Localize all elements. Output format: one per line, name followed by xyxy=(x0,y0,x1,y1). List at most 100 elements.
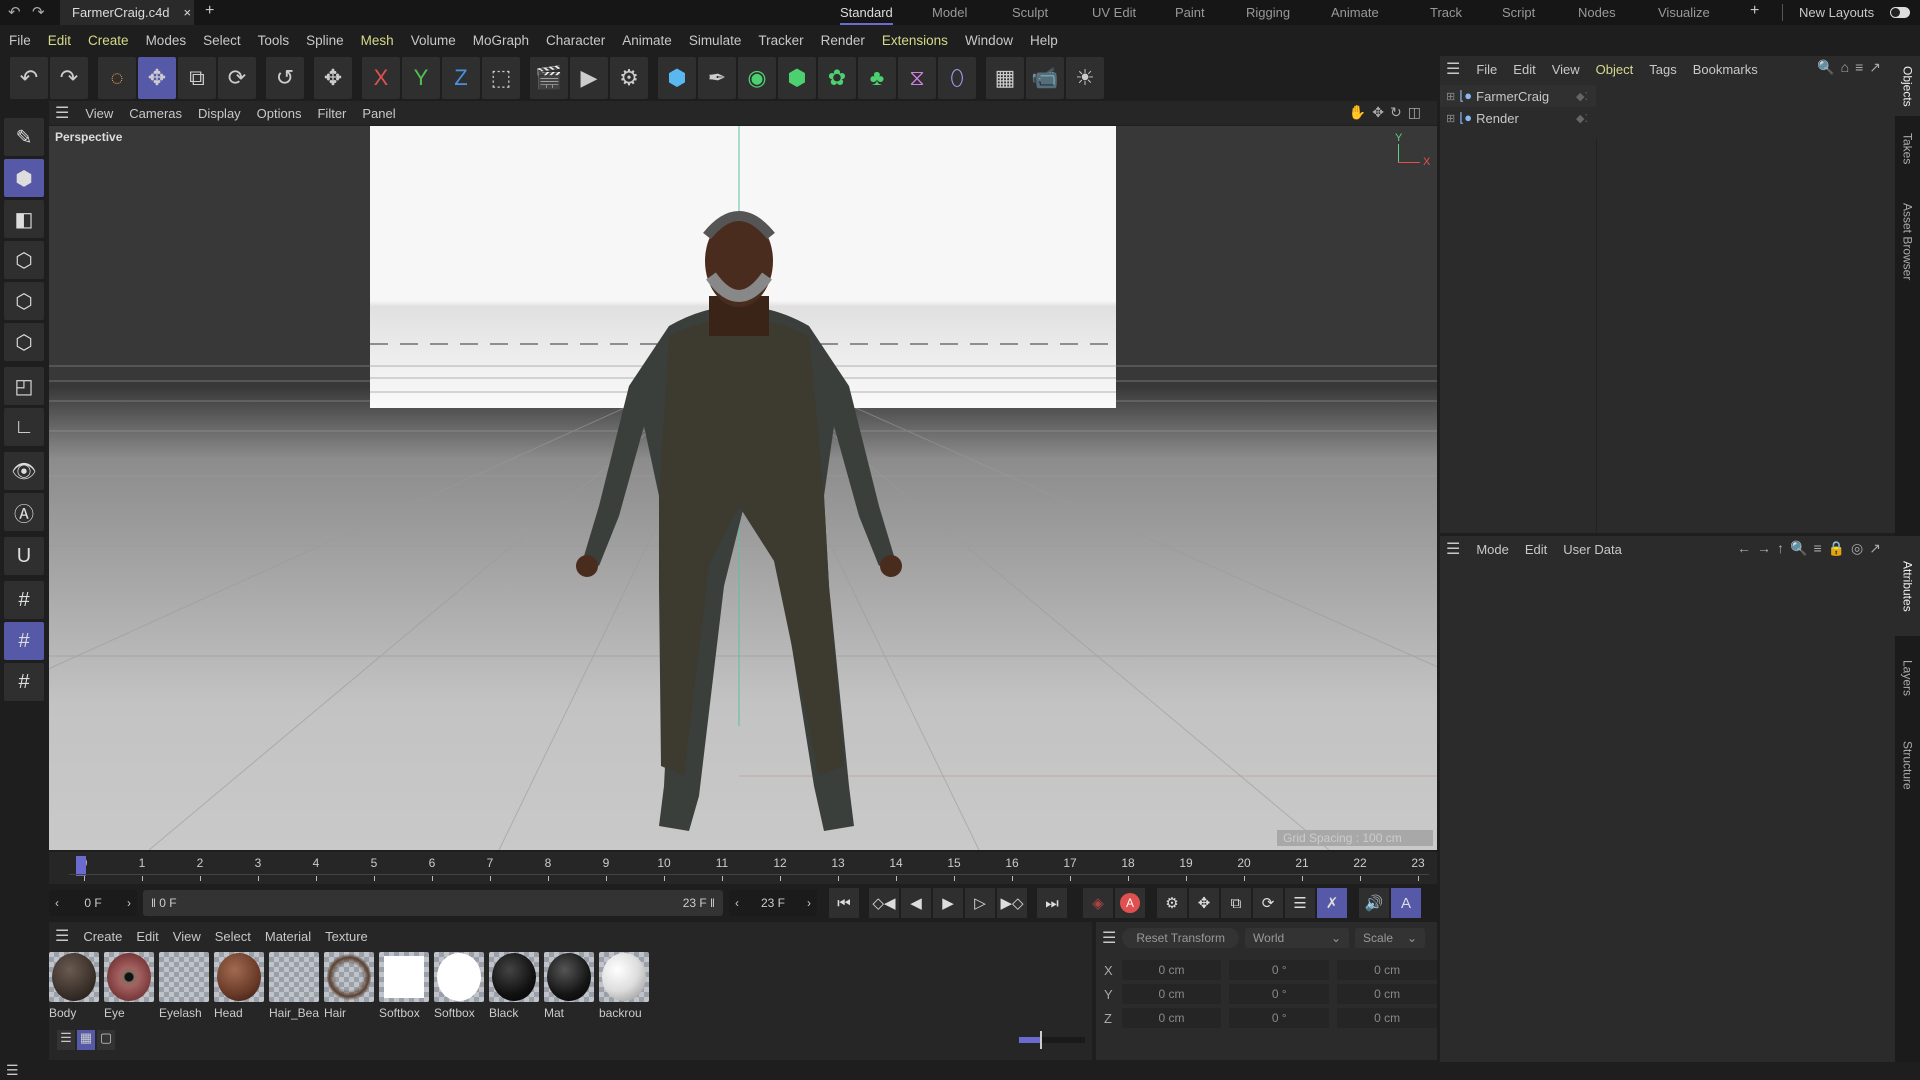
menu-edit[interactable]: Edit xyxy=(48,33,71,48)
rot-z-field[interactable]: 0 ° xyxy=(1229,1008,1330,1028)
material-item[interactable]: Body xyxy=(49,952,99,1020)
attributes-menu-user-data[interactable]: User Data xyxy=(1563,542,1622,557)
undo-icon[interactable]: ↶ xyxy=(8,3,21,21)
deformer-icon[interactable]: ⧖ xyxy=(898,57,936,99)
edges-mode-icon[interactable]: ⬡ xyxy=(4,282,44,320)
attributes-menu-edit[interactable]: Edit xyxy=(1525,542,1547,557)
menu-window[interactable]: Window xyxy=(965,33,1013,48)
layout-tab-rigging[interactable]: Rigging xyxy=(1246,5,1290,20)
extrude-icon[interactable]: ⬢ xyxy=(778,57,816,99)
add-layout-button[interactable]: + xyxy=(1750,2,1759,20)
previous-key-icon[interactable]: ◇◀ xyxy=(869,888,899,918)
reset-transform-button[interactable]: Reset Transform xyxy=(1122,928,1240,948)
lock-workplane-icon[interactable]: # xyxy=(4,622,44,660)
points-mode-icon[interactable]: ⬡ xyxy=(4,241,44,279)
solo-icon[interactable]: 👁 xyxy=(4,452,44,490)
make-editable-icon[interactable]: ✎ xyxy=(4,118,44,156)
render-view-icon[interactable]: 🎬 xyxy=(530,57,568,99)
keyframe-settings-icon[interactable]: ⚙ xyxy=(1157,888,1187,918)
coordinate-space-dropdown[interactable]: World ⌄ xyxy=(1245,928,1350,948)
material-item[interactable]: Eye xyxy=(104,952,154,1020)
volume-icon[interactable]: ♣ xyxy=(858,57,896,99)
menu-tracker[interactable]: Tracker xyxy=(758,33,803,48)
workplane-icon[interactable]: # xyxy=(4,581,44,619)
redo-icon[interactable]: ↷ xyxy=(32,3,45,21)
go-to-end-icon[interactable]: ⏭ xyxy=(1037,888,1067,918)
key-position-icon[interactable]: ✥ xyxy=(1189,888,1219,918)
preview-view-icon[interactable]: ▢ xyxy=(97,1030,115,1050)
current-frame-field[interactable]: ‹ 0 F › xyxy=(49,890,137,916)
model-mode-icon[interactable]: ⬢ xyxy=(4,159,44,197)
scale-icon[interactable]: ⧉ xyxy=(178,57,216,99)
viewport-perspective[interactable]: Perspective Y X Grid Spacing : 100 cm xyxy=(49,126,1437,850)
material-item[interactable]: backrou xyxy=(599,952,649,1020)
record-keys-icon[interactable]: ◈ xyxy=(1083,888,1113,918)
subdivision-icon[interactable]: ◉ xyxy=(738,57,776,99)
uv-mode-icon[interactable]: ◰ xyxy=(4,367,44,405)
close-tab-icon[interactable]: × xyxy=(184,5,192,20)
viewport-nav-icons[interactable]: ✋✥↻◫ xyxy=(1349,104,1427,121)
menu-character[interactable]: Character xyxy=(546,33,605,48)
material-menu-texture[interactable]: Texture xyxy=(325,929,368,944)
next-key-icon[interactable]: ▶◇ xyxy=(997,888,1027,918)
layout-tab-track[interactable]: Track xyxy=(1430,5,1462,20)
viewport-menu-display[interactable]: Display xyxy=(198,106,241,121)
polygons-mode-icon[interactable]: ⬡ xyxy=(4,323,44,361)
expand-icon[interactable]: ⊞ xyxy=(1446,90,1455,103)
layout-tab-standard[interactable]: Standard xyxy=(840,5,893,25)
rotate-icon[interactable]: ⟳ xyxy=(218,57,256,99)
menu-tools[interactable]: Tools xyxy=(258,33,290,48)
menu-volume[interactable]: Volume xyxy=(411,33,456,48)
preview-size-slider[interactable] xyxy=(1019,1031,1085,1049)
objects-menu-edit[interactable]: Edit xyxy=(1513,62,1535,77)
y-axis-icon[interactable]: Y xyxy=(402,57,440,99)
material-menu-edit[interactable]: Edit xyxy=(136,929,158,944)
animation-mode-icon[interactable]: A xyxy=(1391,888,1421,918)
camera-icon[interactable]: 📹 xyxy=(1026,57,1064,99)
go-to-start-icon[interactable]: ⏮ xyxy=(829,888,859,918)
grid-view-icon[interactable]: ▦ xyxy=(77,1030,95,1050)
coordinate-mode-dropdown[interactable]: Scale ⌄ xyxy=(1355,928,1426,948)
menu-modes[interactable]: Modes xyxy=(146,33,187,48)
object-row[interactable]: ⊞ ⌊● Render ◆⁚ xyxy=(1440,107,1596,129)
rot-x-field[interactable]: 0 ° xyxy=(1229,960,1330,980)
new-tab-button[interactable]: + xyxy=(205,2,214,20)
side-tab-layers[interactable]: Layers xyxy=(1895,644,1920,712)
scale-z-field[interactable]: 0 cm xyxy=(1337,1008,1437,1028)
material-item[interactable]: Softbox xyxy=(379,952,429,1020)
expand-icon[interactable]: ⊞ xyxy=(1446,112,1455,125)
layout-tab-visualize[interactable]: Visualize xyxy=(1658,5,1710,20)
redo-icon[interactable]: ↷ xyxy=(50,57,88,99)
menu-spline[interactable]: Spline xyxy=(306,33,344,48)
material-item[interactable]: Mat xyxy=(544,952,594,1020)
objects-menu-view[interactable]: View xyxy=(1552,62,1580,77)
key-rotation-icon[interactable]: ⟳ xyxy=(1253,888,1283,918)
texture-mode-icon[interactable]: ◧ xyxy=(4,200,44,238)
layout-tab-paint[interactable]: Paint xyxy=(1175,5,1205,20)
layout-tab-script[interactable]: Script xyxy=(1502,5,1535,20)
layout-tab-nodes[interactable]: Nodes xyxy=(1578,5,1616,20)
move-icon[interactable]: ✥ xyxy=(138,57,176,99)
sound-icon[interactable]: 🔊 xyxy=(1359,888,1389,918)
next-frame-icon[interactable]: ▷ xyxy=(965,888,995,918)
snap-icon[interactable]: U xyxy=(4,537,44,575)
material-item[interactable]: Hair xyxy=(324,952,374,1020)
viewport-menu-filter[interactable]: Filter xyxy=(317,106,346,121)
rot-y-field[interactable]: 0 ° xyxy=(1229,984,1330,1004)
menu-animate[interactable]: Animate xyxy=(622,33,672,48)
material-item[interactable]: Softbox xyxy=(434,952,484,1020)
scale-y-field[interactable]: 0 cm xyxy=(1337,984,1437,1004)
material-item[interactable]: Black xyxy=(489,952,539,1020)
list-view-icon[interactable]: ☰ xyxy=(57,1030,75,1050)
new-layouts-toggle[interactable] xyxy=(1890,7,1910,18)
coordinates-menu-icon[interactable]: ☰ xyxy=(1102,928,1116,948)
material-menu-select[interactable]: Select xyxy=(215,929,251,944)
previous-frame-icon[interactable]: ◀ xyxy=(901,888,931,918)
viewport-menu-panel[interactable]: Panel xyxy=(362,106,395,121)
timeline-ruler[interactable]: 01234567891011121314151617181920212223 xyxy=(49,852,1437,884)
render-settings-icon[interactable]: ⚙ xyxy=(610,57,648,99)
light-icon[interactable]: ☀ xyxy=(1066,57,1104,99)
material-menu-icon[interactable]: ☰ xyxy=(55,926,69,946)
viewport-menu-view[interactable]: View xyxy=(85,106,113,121)
side-tab-structure[interactable]: Structure xyxy=(1895,720,1920,810)
